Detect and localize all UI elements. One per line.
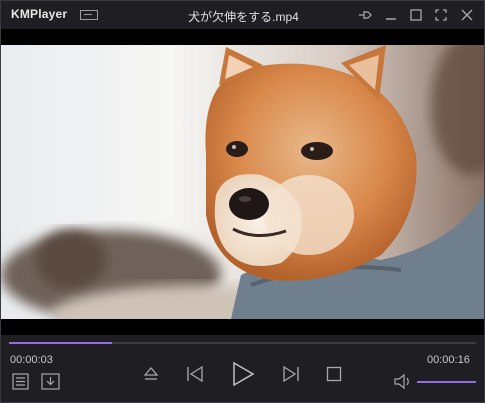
current-time: 00:00:03 <box>10 354 53 366</box>
window-title: 犬が欠伸をする.mp4 <box>188 10 299 24</box>
video-area[interactable] <box>1 29 484 335</box>
close-icon[interactable] <box>459 7 475 23</box>
stop-icon[interactable] <box>326 366 342 382</box>
playlist-icon[interactable] <box>12 373 29 390</box>
title-bar[interactable]: KMPlayer 犬が欠伸をする.mp4 <box>1 1 484 29</box>
seek-bar-progress <box>9 342 112 344</box>
player-window: KMPlayer 犬が欠伸をする.mp4 00:00:03 00:00:16 <box>0 0 485 403</box>
mini-mode-icon[interactable] <box>80 10 98 20</box>
video-frame <box>1 45 484 319</box>
seek-bar[interactable] <box>9 342 476 344</box>
play-icon[interactable] <box>230 361 256 387</box>
volume-level <box>417 381 476 383</box>
fullscreen-icon[interactable] <box>433 7 449 23</box>
minimize-icon[interactable] <box>383 7 399 23</box>
volume-slider[interactable] <box>417 381 476 383</box>
control-bar: 00:00:03 00:00:16 <box>1 335 484 402</box>
previous-icon[interactable] <box>185 365 205 383</box>
volume-icon[interactable] <box>393 373 413 390</box>
maximize-icon[interactable] <box>408 7 424 23</box>
total-time: 00:00:16 <box>427 354 470 366</box>
pin-icon[interactable] <box>357 7 373 23</box>
app-logo: KMPlayer <box>11 7 68 21</box>
eject-icon[interactable] <box>142 365 160 383</box>
next-icon[interactable] <box>281 365 301 383</box>
download-icon[interactable] <box>41 373 60 390</box>
